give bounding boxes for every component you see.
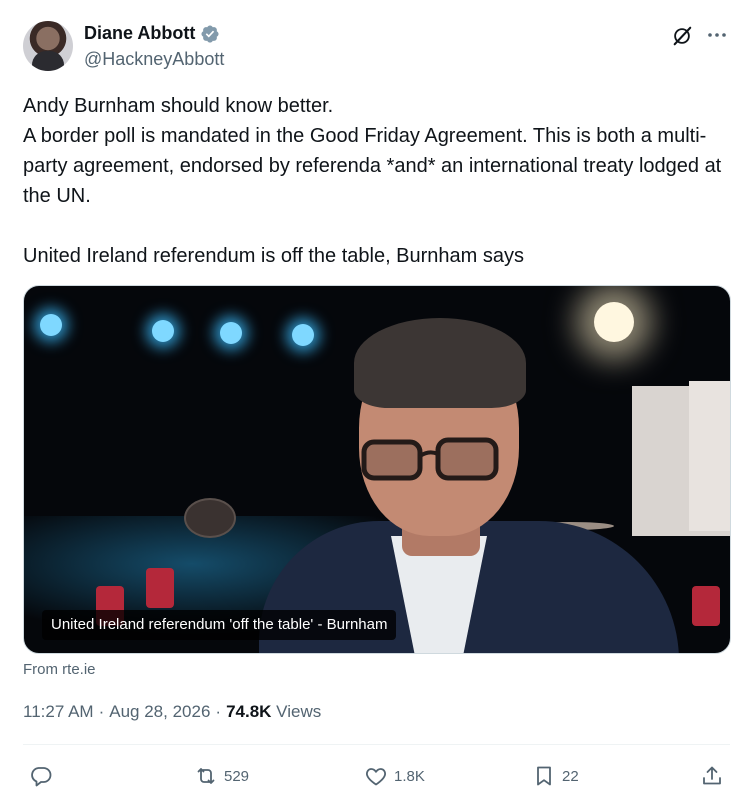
tweet-paragraph: Andy Burnham should know better. A borde… <box>23 95 722 207</box>
heart-icon <box>366 768 386 786</box>
repost-count: 529 <box>224 767 250 785</box>
grok-icon[interactable] <box>671 25 693 47</box>
link-card-image[interactable]: United Ireland referendum 'off the table… <box>23 285 731 654</box>
more-icon[interactable] <box>705 23 729 47</box>
tweet-time[interactable]: 11:27 AM <box>23 702 94 722</box>
verified-badge-icon <box>201 24 219 43</box>
link-card-caption: United Ireland referendum 'off the table… <box>42 610 397 640</box>
tweet-link-card-title[interactable]: United Ireland referendum is off the tab… <box>23 241 728 271</box>
tweet-date[interactable]: Aug 28, 2026 <box>109 702 210 722</box>
author-handle[interactable]: @HackneyAbbott <box>84 49 224 70</box>
like-button[interactable]: 1.8K <box>364 758 425 794</box>
reply-button[interactable] <box>29 758 59 794</box>
tweet-header: Diane Abbott @HackneyAbbott <box>23 21 733 73</box>
stage-light <box>152 320 174 342</box>
ceiling-spotlight <box>594 302 634 342</box>
red-chair <box>146 568 174 608</box>
link-source[interactable]: From rte.ie <box>23 661 96 678</box>
share-button[interactable] <box>700 758 724 794</box>
repost-icon <box>197 768 215 784</box>
author-name-row: Diane Abbott <box>84 23 220 44</box>
meta-separator: · <box>98 702 105 721</box>
meta-separator: · <box>215 702 222 721</box>
divider <box>23 744 730 745</box>
repost-button[interactable]: 529 <box>194 758 249 794</box>
wall-poster <box>689 381 730 531</box>
bookmark-button[interactable]: 22 <box>532 758 579 794</box>
author-avatar[interactable] <box>23 21 73 71</box>
action-bar: 529 1.8K 22 <box>23 758 730 794</box>
views-count[interactable]: 74.8K <box>226 702 271 722</box>
tweet-text: Andy Burnham should know better. A borde… <box>23 91 728 271</box>
person-hair <box>354 318 526 408</box>
bookmark-icon <box>537 766 551 786</box>
reply-icon <box>31 767 52 787</box>
share-icon <box>703 766 721 785</box>
stage-light <box>220 322 242 344</box>
tweet-meta: 11:27 AM · Aug 28, 2026 · 74.8K Views <box>23 702 321 722</box>
red-chair <box>692 586 720 626</box>
drum-kit <box>184 498 236 538</box>
person-glasses <box>361 437 499 481</box>
bookmark-count: 22 <box>562 767 579 785</box>
avatar-figure <box>32 51 64 71</box>
stage-light <box>292 324 314 346</box>
views-label: Views <box>271 702 322 721</box>
like-count: 1.8K <box>394 767 425 785</box>
stage-light <box>40 314 62 336</box>
author-display-name[interactable]: Diane Abbott <box>84 23 195 44</box>
